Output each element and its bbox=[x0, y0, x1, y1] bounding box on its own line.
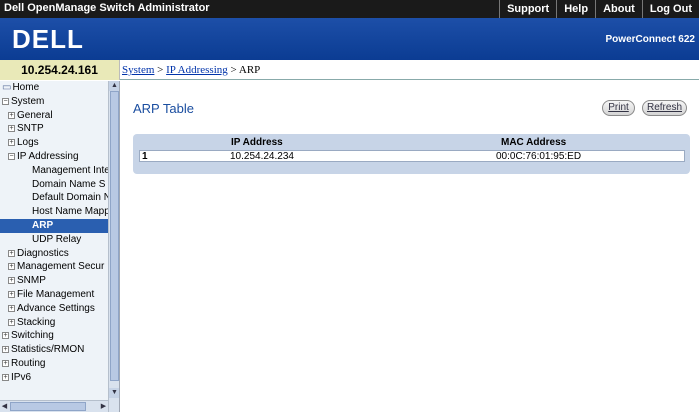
nav-tree: ▭Home − System + General + SNTP + Logs − IP Addres… bbox=[0, 81, 108, 385]
sidebar-item-label: Management Inte bbox=[32, 164, 108, 176]
sidebar-item[interactable]: + Advance Settings bbox=[0, 302, 108, 316]
model-label: PowerConnect 622 bbox=[605, 34, 695, 45]
sidebar-item[interactable]: + Stacking bbox=[0, 316, 108, 330]
sidebar-item-label: Home bbox=[12, 82, 40, 93]
expand-icon[interactable]: + bbox=[2, 346, 9, 354]
breadcrumb-separator: > bbox=[230, 64, 237, 76]
sidebar-item[interactable]: + SNTP bbox=[0, 122, 108, 136]
app-title: Dell OpenManage Switch Administrator bbox=[4, 2, 210, 14]
sidebar-item-label: Domain Name S bbox=[32, 178, 106, 190]
sidebar-item[interactable]: + Statistics/RMON bbox=[0, 343, 108, 357]
expand-icon[interactable]: + bbox=[8, 111, 15, 119]
sidebar-item[interactable]: + SNMP bbox=[0, 274, 108, 288]
expand-icon[interactable]: + bbox=[2, 359, 9, 367]
top-bar: Dell OpenManage Switch Administrator Sup… bbox=[0, 0, 699, 18]
sidebar-item-label: Host Name Mapp bbox=[32, 206, 108, 218]
sidebar-item[interactable]: + General bbox=[0, 109, 108, 123]
sidebar-item[interactable]: − IP Addressing bbox=[0, 150, 108, 164]
expand-icon[interactable]: + bbox=[8, 249, 15, 257]
sidebar-item-label: Advance Settings bbox=[17, 302, 95, 314]
expand-icon[interactable]: + bbox=[8, 304, 15, 312]
sidebar-item[interactable]: ARP bbox=[0, 218, 108, 233]
sidebar-item-label: Switching bbox=[11, 330, 54, 342]
sidebar-item-label: Statistics/RMON bbox=[11, 344, 85, 356]
sidebar-item-label: Default Domain N bbox=[32, 192, 108, 204]
breadcrumb: System > IP Addressing > ARP bbox=[120, 60, 699, 80]
ip-address-cell: 10.254.24.234 bbox=[230, 151, 294, 162]
print-button[interactable]: Print bbox=[602, 100, 635, 116]
about-link[interactable]: About bbox=[595, 0, 642, 18]
sidebar-item-label: File Management bbox=[17, 288, 95, 300]
expand-icon[interactable]: + bbox=[8, 125, 15, 133]
sidebar-item[interactable]: + Management Secur bbox=[0, 260, 108, 274]
scroll-right-arrow-icon[interactable]: ▶ bbox=[99, 401, 108, 412]
expand-icon[interactable]: + bbox=[8, 139, 15, 147]
sidebar-item-label: Management Secur bbox=[17, 261, 105, 273]
mac-address-cell: 00:0C:76:01:95:ED bbox=[496, 151, 582, 162]
banner: DELL PowerConnect 622 bbox=[0, 18, 699, 60]
scroll-down-arrow-icon[interactable]: ▼ bbox=[109, 388, 119, 398]
collapse-icon[interactable]: − bbox=[2, 97, 9, 105]
page-title: ARP Table bbox=[133, 101, 194, 116]
sidebar-item[interactable]: + IPv6 bbox=[0, 371, 108, 385]
logout-link[interactable]: Log Out bbox=[641, 0, 699, 18]
sidebar-item-label: System bbox=[11, 95, 45, 107]
device-ip-address: 10.254.24.161 bbox=[0, 60, 120, 80]
sidebar-item[interactable]: − System bbox=[0, 95, 108, 109]
sidebar-item-label: ARP bbox=[32, 219, 54, 231]
refresh-button[interactable]: Refresh bbox=[642, 100, 687, 116]
expand-icon[interactable]: + bbox=[2, 332, 9, 340]
arp-table: IP Address MAC Address 1 10.254.24.234 0… bbox=[133, 134, 690, 174]
sidebar-item[interactable]: + Routing bbox=[0, 357, 108, 371]
table-header: IP Address MAC Address bbox=[139, 137, 685, 149]
sidebar-item[interactable]: + Diagnostics bbox=[0, 247, 108, 261]
sidebar-item[interactable]: + Logs bbox=[0, 136, 108, 150]
breadcrumb-system-link[interactable]: System bbox=[122, 64, 154, 76]
help-link[interactable]: Help bbox=[556, 0, 595, 18]
expand-icon[interactable]: + bbox=[8, 290, 15, 298]
sidebar-item-label: Logs bbox=[17, 137, 39, 149]
top-links: Support Help About Log Out bbox=[499, 0, 699, 18]
sidebar-item[interactable]: + Switching bbox=[0, 329, 108, 343]
sidebar-item[interactable]: Host Name Mapp bbox=[0, 205, 108, 219]
support-link[interactable]: Support bbox=[499, 0, 556, 18]
sidebar-item[interactable]: Domain Name S bbox=[0, 178, 108, 192]
sidebar-item-label: Routing bbox=[11, 357, 46, 369]
sidebar: ▭Home − System + General + SNTP + Logs − IP Addres… bbox=[0, 81, 120, 412]
breadcrumb-current: ARP bbox=[238, 64, 261, 76]
row-index: 1 bbox=[142, 151, 148, 162]
collapse-icon[interactable]: − bbox=[8, 152, 15, 160]
ip-address-header: IP Address bbox=[231, 137, 283, 148]
scroll-thumb[interactable] bbox=[110, 91, 119, 381]
expand-icon[interactable]: + bbox=[8, 318, 15, 326]
scroll-left-arrow-icon[interactable]: ◀ bbox=[0, 401, 9, 412]
folder-icon: ▭ bbox=[2, 82, 12, 93]
sidebar-item-label: IP Addressing bbox=[17, 150, 79, 162]
sidebar-item[interactable]: UDP Relay bbox=[0, 233, 108, 247]
sidebar-vertical-scrollbar[interactable]: ▲ ▼ bbox=[108, 81, 119, 412]
expand-icon[interactable]: + bbox=[2, 373, 9, 381]
sidebar-horizontal-scrollbar[interactable]: ◀ ▶ bbox=[0, 400, 108, 412]
sidebar-item-label: SNMP bbox=[17, 275, 46, 287]
sidebar-item-label: IPv6 bbox=[11, 371, 32, 383]
breadcrumb-separator: > bbox=[157, 64, 164, 76]
expand-icon[interactable]: + bbox=[8, 277, 15, 285]
sidebar-item-label: Diagnostics bbox=[17, 247, 69, 259]
sidebar-item[interactable]: ▭Home bbox=[0, 81, 108, 95]
scroll-thumb[interactable] bbox=[10, 402, 86, 411]
expand-icon[interactable]: + bbox=[8, 263, 15, 271]
mac-address-header: MAC Address bbox=[501, 137, 567, 148]
breadcrumb-ip-addressing-link[interactable]: IP Addressing bbox=[166, 64, 228, 76]
dell-logo: DELL bbox=[12, 24, 84, 54]
scroll-up-arrow-icon[interactable]: ▲ bbox=[109, 81, 119, 91]
sidebar-item[interactable]: Default Domain N bbox=[0, 191, 108, 205]
sidebar-item[interactable]: Management Inte bbox=[0, 164, 108, 178]
sidebar-item-label: General bbox=[17, 109, 53, 121]
sidebar-item-label: UDP Relay bbox=[32, 233, 82, 245]
sidebar-item-label: SNTP bbox=[17, 123, 44, 135]
sidebar-item[interactable]: + File Management bbox=[0, 288, 108, 302]
table-row[interactable]: 1 10.254.24.234 00:0C:76:01:95:ED bbox=[139, 150, 685, 162]
sidebar-item-label: Stacking bbox=[17, 316, 56, 328]
